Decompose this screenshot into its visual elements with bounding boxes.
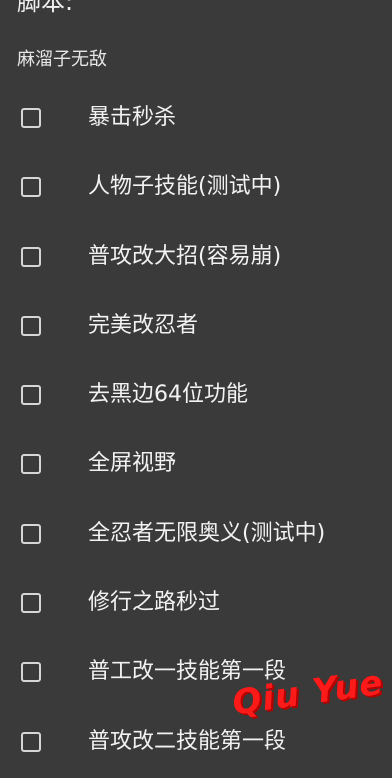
page-title: 脚本: xyxy=(17,0,74,16)
list-item[interactable]: 人物子技能(测试中) xyxy=(0,154,392,223)
checkbox[interactable] xyxy=(21,593,41,614)
item-label: 去黑边64位功能 xyxy=(88,382,248,408)
item-label: 人物子技能(测试中) xyxy=(88,174,282,200)
item-label: 修行之路秒过 xyxy=(88,590,221,616)
list-item[interactable]: 全忍者无限奥义(测试中) xyxy=(0,501,392,570)
list-item[interactable]: 去黑边64位功能 xyxy=(0,362,392,431)
item-label: 完美改忍者 xyxy=(88,312,199,338)
checkbox[interactable] xyxy=(21,662,41,683)
list-item[interactable]: 普攻改二技能第一段 xyxy=(0,709,392,778)
item-label: 暴击秒杀 xyxy=(88,105,177,130)
checkbox[interactable] xyxy=(21,454,41,475)
checkbox[interactable] xyxy=(21,523,41,544)
item-label: 全屏视野 xyxy=(88,451,177,477)
list-item[interactable]: 普攻改大招(容易崩) xyxy=(0,224,392,293)
section-title: 麻溜子无敌 xyxy=(17,49,107,70)
checkbox[interactable] xyxy=(21,177,41,198)
checkbox[interactable] xyxy=(21,315,41,336)
item-label: 普攻改二技能第一段 xyxy=(88,728,287,754)
item-label: 全忍者无限奥义(测试中) xyxy=(88,520,326,546)
list-item[interactable]: 全屏视野 xyxy=(0,431,392,500)
checkbox[interactable] xyxy=(21,246,41,267)
item-label: 普攻改大招(容易崩) xyxy=(88,243,282,269)
list-item[interactable]: 修行之路秒过 xyxy=(0,570,392,639)
list-item[interactable]: 暴击秒杀 xyxy=(0,85,392,154)
checkbox[interactable] xyxy=(21,108,41,128)
checkbox[interactable] xyxy=(21,731,41,752)
list-item[interactable]: 完美改忍者 xyxy=(0,293,392,362)
checkbox[interactable] xyxy=(21,385,41,406)
